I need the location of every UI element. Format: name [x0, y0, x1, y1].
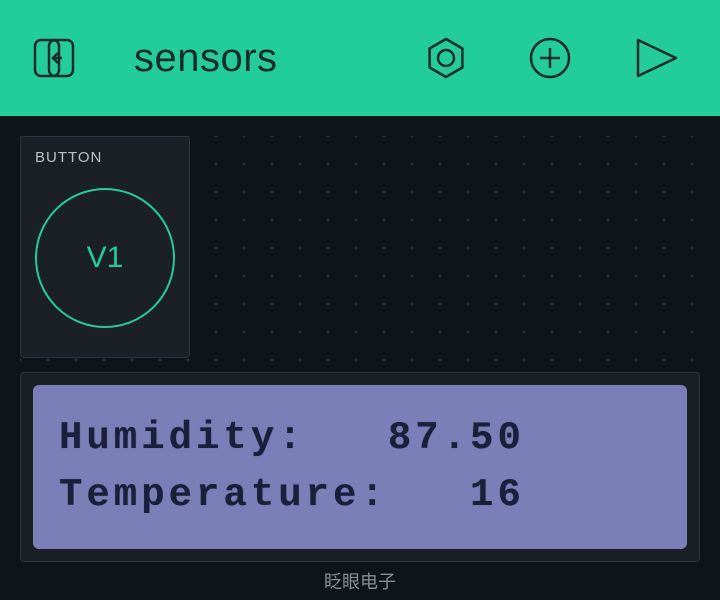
project-title[interactable]: sensors — [134, 36, 424, 81]
button-widget-label: BUTTON — [35, 149, 175, 166]
lcd-line-2: Temperature: 16 — [59, 476, 661, 515]
widget-canvas[interactable]: BUTTON V1 Humidity: 87.50 Temperature: 1… — [0, 116, 720, 600]
lcd-screen: Humidity: 87.50 Temperature: 16 — [33, 385, 687, 549]
play-icon[interactable] — [632, 36, 680, 80]
button-widget-circle[interactable]: V1 — [35, 188, 175, 328]
button-widget[interactable]: BUTTON V1 — [20, 136, 190, 358]
back-icon[interactable] — [32, 34, 76, 82]
header-actions — [424, 36, 690, 80]
settings-icon[interactable] — [424, 36, 468, 80]
app-header: sensors — [0, 0, 720, 116]
add-icon[interactable] — [528, 36, 572, 80]
button-widget-pin: V1 — [87, 241, 124, 275]
lcd-line-1: Humidity: 87.50 — [59, 419, 661, 458]
lcd-widget[interactable]: Humidity: 87.50 Temperature: 16 — [20, 372, 700, 562]
footer-credit: 眨眼电子 — [0, 568, 720, 594]
